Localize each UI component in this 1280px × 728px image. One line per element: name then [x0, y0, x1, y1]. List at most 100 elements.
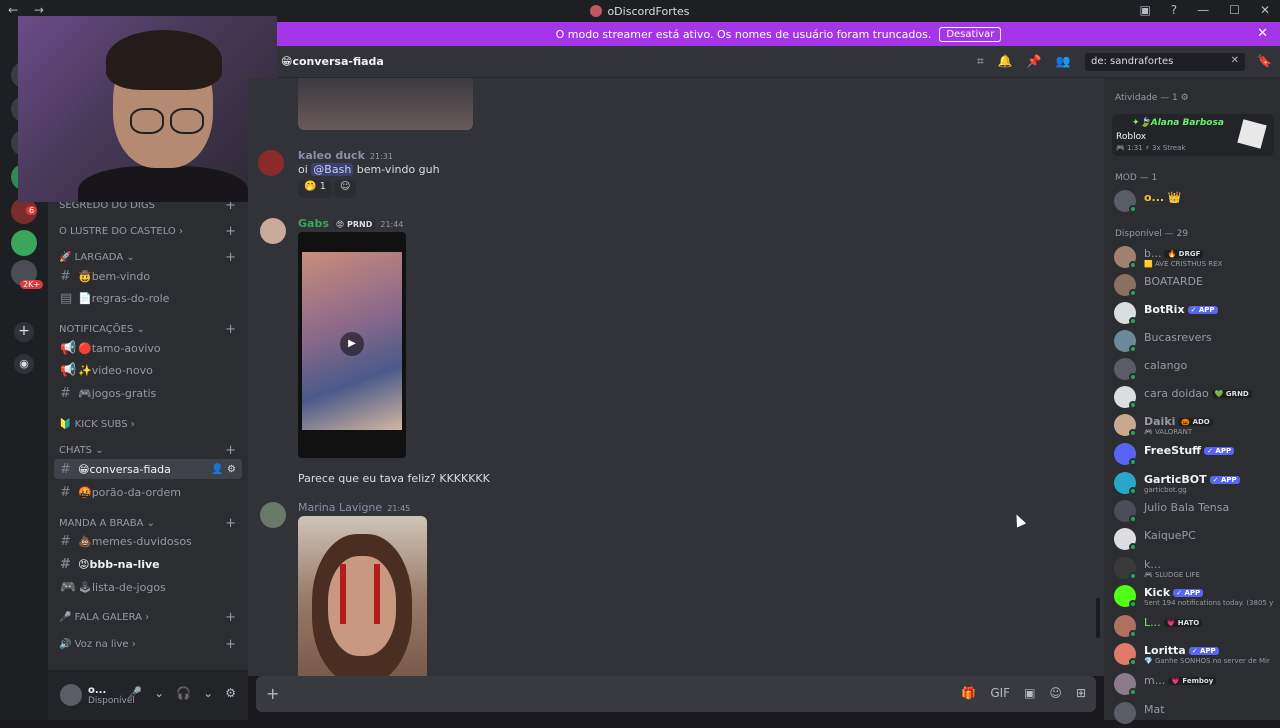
category-fala-galera[interactable]: 🎤 FALA GALERA › [59, 612, 149, 623]
avatar[interactable] [60, 684, 82, 706]
message-author[interactable]: Gabs 😡 PRND 21:44 [298, 217, 403, 230]
explore-icon[interactable]: ◉ [14, 354, 34, 374]
app-badge: ✓ APP [1173, 589, 1204, 597]
sticker-icon[interactable]: ▣ [1024, 686, 1035, 700]
gear-icon[interactable]: ⚙ [225, 686, 236, 700]
close-banner-icon[interactable]: ✕ [1257, 26, 1268, 41]
minimize-button[interactable]: — [1197, 3, 1209, 17]
activity-card[interactable]: ✦🍃Alana Barbosa Roblox 🎮 1:31 ⚡ 3x Strea… [1112, 114, 1274, 156]
attach-plus-icon[interactable]: + [266, 684, 279, 703]
member-name: BotRix ✓ APP [1144, 303, 1218, 316]
category-manda-a-braba[interactable]: MANDA A BRABA ⌄ [59, 518, 155, 529]
create-channel-icon[interactable]: + [225, 443, 236, 458]
gif-icon[interactable]: GIF [990, 686, 1010, 700]
member-row[interactable]: BotRix ✓ APP [1114, 300, 1278, 328]
play-icon[interactable]: ▶ [340, 332, 364, 356]
message-composer[interactable]: + 🎁 GIF ▣ ☺ ⊞ [256, 676, 1096, 712]
search-input[interactable]: de: sandrafortes ✕ [1085, 53, 1245, 71]
message-author[interactable]: Marina Lavigne 21:45 [298, 501, 410, 514]
scrollbar-thumb[interactable] [1096, 598, 1100, 638]
category-lustre[interactable]: O LUSTRE DO CASTELO › [59, 226, 183, 237]
avatar[interactable] [258, 150, 284, 176]
avatar[interactable] [260, 218, 286, 244]
create-channel-icon[interactable]: + [225, 322, 236, 337]
member-status: 🎮 VALORANT [1144, 428, 1193, 436]
message-author[interactable]: kaleo duck 21:31 [298, 149, 393, 162]
create-channel-icon[interactable]: + [225, 250, 236, 265]
maximize-button[interactable]: ☐ [1229, 3, 1240, 17]
channel-tamo-aovivo[interactable]: 📢 🔴tamo-aovivo [54, 338, 242, 358]
chevron-down-icon[interactable]: ⌄ [203, 686, 213, 700]
video-attachment[interactable]: ▶ [298, 232, 406, 458]
member-row[interactable]: FreeStuff ✓ APP [1114, 441, 1278, 469]
member-row[interactable]: m... 💗 Femboy [1114, 671, 1278, 699]
user-mention[interactable]: @Bash [311, 163, 354, 176]
channel-bbb-na-live[interactable]: # 😡bbb-na-live [54, 554, 242, 574]
category-voz-na-live[interactable]: 🔊 Voz na live › [59, 639, 136, 650]
category-largada[interactable]: 🚀 LARGADA ⌄ [59, 252, 135, 263]
create-channel-icon[interactable]: + [225, 637, 236, 652]
emoji-icon[interactable]: ☺ [1049, 686, 1062, 700]
gift-icon[interactable]: 🎁 [961, 686, 976, 700]
online-status-icon [1129, 688, 1137, 696]
member-name: o... 👑 [1144, 191, 1182, 204]
category-notificacoes[interactable]: NOTIFICAÇÕES ⌄ [59, 324, 145, 335]
threads-icon[interactable]: ⌗ [977, 54, 984, 69]
clear-search-icon[interactable]: ✕ [1231, 55, 1239, 66]
channel-video-novo[interactable]: 📢 ✨video-novo [54, 360, 242, 380]
channel-label: 🤠bem-vindo [78, 269, 151, 283]
help-icon[interactable]: ? [1171, 3, 1177, 17]
bookmark-icon[interactable]: 🔖 [1257, 54, 1272, 68]
disable-streamer-button[interactable]: Desativar [939, 26, 1002, 42]
member-row[interactable]: calango [1114, 356, 1278, 384]
channel-memes-duvidosos[interactable]: # 💩memes-duvidosos [54, 531, 242, 551]
avatar[interactable] [260, 502, 286, 528]
category-kick-subs[interactable]: 🔰 KICK SUBS › [59, 419, 135, 430]
apps-icon[interactable]: ⊞ [1076, 686, 1086, 700]
add-server-button[interactable]: + [14, 322, 34, 342]
category-chats[interactable]: CHATS ⌄ [59, 445, 104, 456]
close-window-button[interactable]: ✕ [1260, 3, 1270, 17]
member-row[interactable]: BOATARDE [1114, 272, 1278, 300]
channel-settings-icon[interactable]: 👤 ⚙ [211, 464, 236, 475]
members-icon[interactable]: 👥 [1056, 54, 1071, 69]
image-attachment[interactable] [298, 78, 473, 130]
channel-regras[interactable]: ▤ 📄regras-do-role [54, 288, 242, 308]
online-status-icon [1129, 515, 1137, 523]
create-channel-icon[interactable]: + [225, 610, 236, 625]
member-row[interactable]: Mat [1114, 700, 1278, 728]
channel-conversa-fiada[interactable]: # 😁conversa-fiada 👤 ⚙ [54, 459, 242, 479]
inbox-icon[interactable]: ▣ [1139, 3, 1150, 17]
reaction-button[interactable]: 🤭 1 [298, 180, 332, 198]
member-name: cara doidao 💚 GRND [1144, 387, 1252, 400]
member-row[interactable]: Daiki 🎃 ADO 🎮 VALORANT [1114, 412, 1278, 440]
member-row[interactable]: o... 👑 [1114, 188, 1278, 216]
search-query: de: sandrafortes [1091, 56, 1174, 67]
create-channel-icon[interactable]: + [225, 224, 236, 239]
chevron-down-icon[interactable]: ⌄ [154, 686, 164, 700]
microphone-icon[interactable]: 🎤 [127, 686, 142, 700]
member-row[interactable]: Bucasrevers [1114, 328, 1278, 356]
pin-icon[interactable]: 📌 [1027, 54, 1042, 69]
member-row[interactable]: KaiquePC [1114, 526, 1278, 554]
member-row[interactable]: cara doidao 💚 GRND [1114, 384, 1278, 412]
channel-bem-vindo[interactable]: # 🤠bem-vindo [54, 266, 242, 286]
bell-icon[interactable]: 🔔 [998, 54, 1013, 69]
announcement-icon: 📢 [60, 340, 77, 356]
member-row[interactable]: b... 🔥 DRGF 🟨 AVE CRISTHUS REX [1114, 244, 1278, 272]
member-row[interactable]: Loritta ✓ APP 💎 Ganhe SONHOS no server de … [1114, 641, 1278, 669]
member-row[interactable]: L... 💗 HATO [1114, 613, 1278, 641]
online-status-icon [1129, 401, 1137, 409]
channel-porao-da-ordem[interactable]: # 🤬porão-da-ordem [54, 482, 242, 502]
channel-jogos-gratis[interactable]: # 🎮jogos-gratis [54, 383, 242, 403]
member-row[interactable]: Kick ✓ APP Sent 194 notifications today. (… [1114, 583, 1278, 611]
member-row[interactable]: GarticBOT ✓ APP garticbot.gg [1114, 470, 1278, 498]
member-row[interactable]: k... 🎮 SLUDGE LIFE [1114, 555, 1278, 583]
member-row[interactable]: Julio Bala Tensa [1114, 498, 1278, 526]
add-reaction-button[interactable]: ☺ [334, 180, 357, 198]
headphones-icon[interactable]: 🎧 [176, 686, 191, 700]
create-channel-icon[interactable]: + [225, 516, 236, 531]
server-icon[interactable] [11, 230, 37, 256]
image-attachment[interactable] [298, 516, 427, 676]
channel-lista-de-jogos[interactable]: 🎮 🕹lista-de-jogos [54, 577, 242, 597]
